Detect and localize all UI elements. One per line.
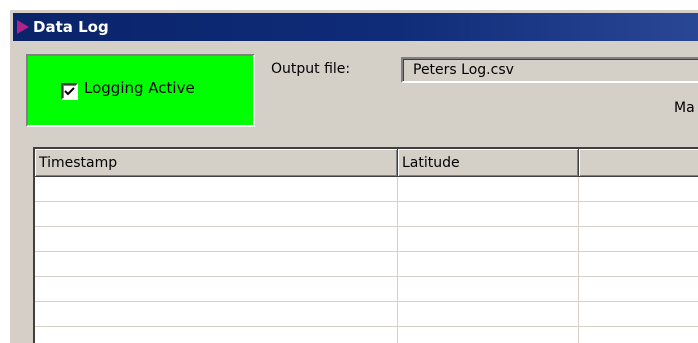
table-cell[interactable] — [579, 177, 698, 202]
table-cell[interactable] — [398, 252, 579, 277]
table-cell[interactable] — [35, 302, 398, 327]
logging-panel: Logging Active Output file: Peters Log.c… — [10, 44, 698, 144]
table-cell[interactable] — [579, 302, 698, 327]
table-cell[interactable] — [398, 277, 579, 302]
partial-label: Ma — [674, 100, 695, 116]
table-cell[interactable] — [579, 327, 698, 343]
title-bar[interactable]: Data Log — [13, 13, 698, 41]
table-cell[interactable] — [398, 302, 579, 327]
output-file-field[interactable]: Peters Log.csv — [401, 57, 698, 83]
table-cell[interactable] — [35, 277, 398, 302]
checkmark-icon — [64, 87, 75, 96]
table-cell[interactable] — [579, 227, 698, 252]
table-row[interactable] — [35, 227, 698, 252]
column-header-latitude[interactable]: Latitude — [398, 149, 579, 177]
table-row[interactable] — [35, 252, 698, 277]
logging-active-checkbox[interactable] — [61, 83, 78, 100]
table-cell[interactable] — [398, 202, 579, 227]
output-file-label: Output file: — [271, 61, 351, 77]
column-header-timestamp[interactable]: Timestamp — [35, 149, 398, 177]
table-row[interactable] — [35, 277, 698, 302]
logging-active-label: Logging Active — [84, 79, 195, 97]
table-row[interactable] — [35, 327, 698, 343]
table-cell[interactable] — [579, 277, 698, 302]
table-header: Timestamp Latitude — [35, 149, 698, 177]
data-log-window: Data Log Logging Active Output file: Pet… — [9, 9, 698, 343]
table-cell[interactable] — [579, 252, 698, 277]
logging-active-box[interactable]: Logging Active — [26, 54, 255, 127]
table-cell[interactable] — [35, 177, 398, 202]
table-cell[interactable] — [35, 227, 398, 252]
table-cell[interactable] — [398, 327, 579, 343]
table-row[interactable] — [35, 302, 698, 327]
column-header-3[interactable] — [579, 149, 698, 177]
table-row[interactable] — [35, 202, 698, 227]
play-triangle-icon — [17, 20, 29, 34]
data-log-table[interactable]: Timestamp Latitude — [33, 147, 698, 343]
table-cell[interactable] — [398, 177, 579, 202]
table-cell[interactable] — [35, 252, 398, 277]
table-cell[interactable] — [35, 202, 398, 227]
table-cell[interactable] — [35, 327, 398, 343]
table-cell[interactable] — [398, 227, 579, 252]
table-row[interactable] — [35, 177, 698, 202]
table-cell[interactable] — [579, 202, 698, 227]
window-title: Data Log — [33, 18, 109, 36]
